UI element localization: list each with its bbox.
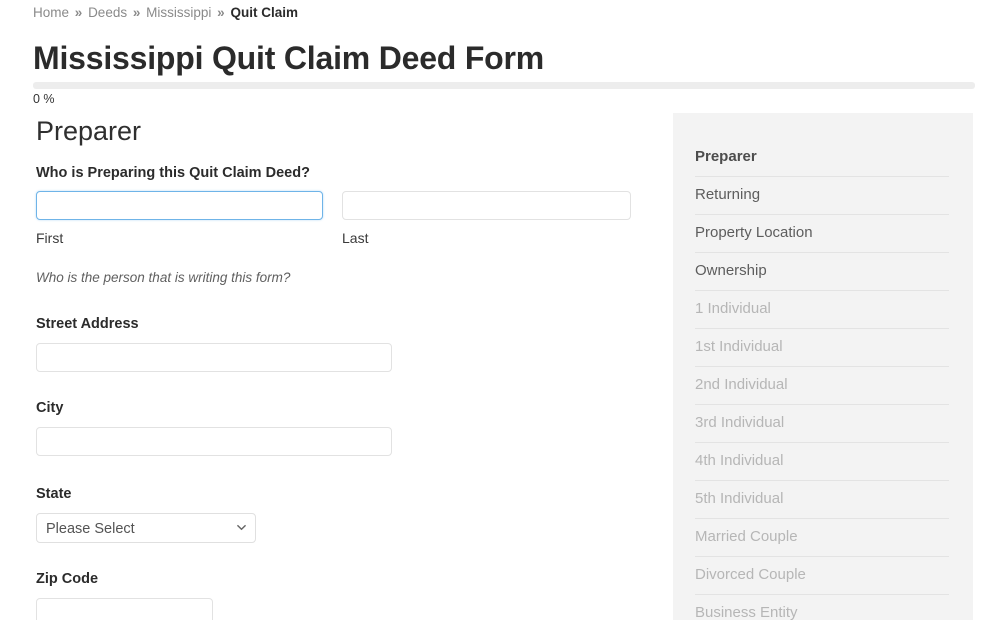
sidebar-item-preparer[interactable]: Preparer xyxy=(695,139,949,177)
page-title: Mississippi Quit Claim Deed Form xyxy=(33,40,545,76)
breadcrumb-item-quit-claim: Quit Claim xyxy=(230,5,298,20)
sidebar-item-1st-individual: 1st Individual xyxy=(695,329,949,367)
sidebar-item-1-individual: 1 Individual xyxy=(695,291,949,329)
field-label-city: City xyxy=(36,400,64,416)
field-zip-code: Zip Code xyxy=(0,569,660,620)
sidebar-item-business-entity: Business Entity xyxy=(695,595,949,620)
page-root: Home » Deeds » Mississippi » Quit Claim … xyxy=(0,0,996,620)
field-label-state: State xyxy=(36,486,72,502)
sidebar-item-ownership[interactable]: Ownership xyxy=(695,253,949,291)
sidebar-item-divorced-couple: Divorced Couple xyxy=(695,557,949,595)
city-input[interactable] xyxy=(36,427,392,456)
preparer-hint-text: Who is the person that is writing this f… xyxy=(36,270,291,285)
sidebar-item-3rd-individual: 3rd Individual xyxy=(695,405,949,443)
first-name-input[interactable] xyxy=(36,191,323,220)
name-field-first: First xyxy=(36,191,323,248)
state-select-value: Please Select xyxy=(46,521,135,537)
preparer-hint: Who is the person that is writing this f… xyxy=(0,269,660,287)
name-field-last: Last xyxy=(342,191,631,248)
first-name-sub-label: First xyxy=(36,230,64,246)
breadcrumb-item-deeds[interactable]: Deeds xyxy=(88,5,127,20)
form-column: Preparer Who is Preparing this Quit Clai… xyxy=(0,112,660,620)
breadcrumb: Home » Deeds » Mississippi » Quit Claim xyxy=(33,4,298,22)
last-name-sub-label: Last xyxy=(342,230,369,246)
sidebar-item-2nd-individual: 2nd Individual xyxy=(695,367,949,405)
last-name-input[interactable] xyxy=(342,191,631,220)
street-address-input[interactable] xyxy=(36,343,392,372)
sidebar-item-property-location[interactable]: Property Location xyxy=(695,215,949,253)
field-label-zip-code: Zip Code xyxy=(36,571,99,587)
breadcrumb-item-home[interactable]: Home xyxy=(33,5,69,20)
state-select[interactable]: Please Select xyxy=(36,513,256,543)
form-progress-sidebar: Preparer Returning Property Location Owners… xyxy=(673,113,973,620)
section-heading-preparer: Preparer xyxy=(36,116,142,146)
field-label-preparer-name: Who is Preparing this Quit Claim Deed? xyxy=(36,165,310,181)
field-preparer-name: Who is Preparing this Quit Claim Deed? xyxy=(0,163,660,183)
field-label-street-address: Street Address xyxy=(36,316,139,332)
breadcrumb-separator: » xyxy=(132,5,141,20)
zip-code-input[interactable] xyxy=(36,598,213,620)
field-street-address: Street Address xyxy=(0,314,660,372)
field-state: State Please Select xyxy=(0,484,660,543)
breadcrumb-separator: » xyxy=(217,5,225,20)
sidebar-item-5th-individual: 5th Individual xyxy=(695,481,949,519)
sidebar-item-4th-individual: 4th Individual xyxy=(695,443,949,481)
field-city: City xyxy=(0,398,660,456)
breadcrumb-separator: » xyxy=(74,5,83,20)
progress-bar xyxy=(33,82,975,89)
breadcrumb-item-mississippi[interactable]: Mississippi xyxy=(146,5,211,20)
chevron-down-icon xyxy=(237,523,246,532)
sidebar-item-married-couple: Married Couple xyxy=(695,519,949,557)
progress-percent-label: 0 % xyxy=(33,92,55,106)
sidebar-nav-list: Preparer Returning Property Location Owners… xyxy=(673,113,973,620)
name-row: First Last xyxy=(0,191,660,251)
sidebar-item-returning[interactable]: Returning xyxy=(695,177,949,215)
